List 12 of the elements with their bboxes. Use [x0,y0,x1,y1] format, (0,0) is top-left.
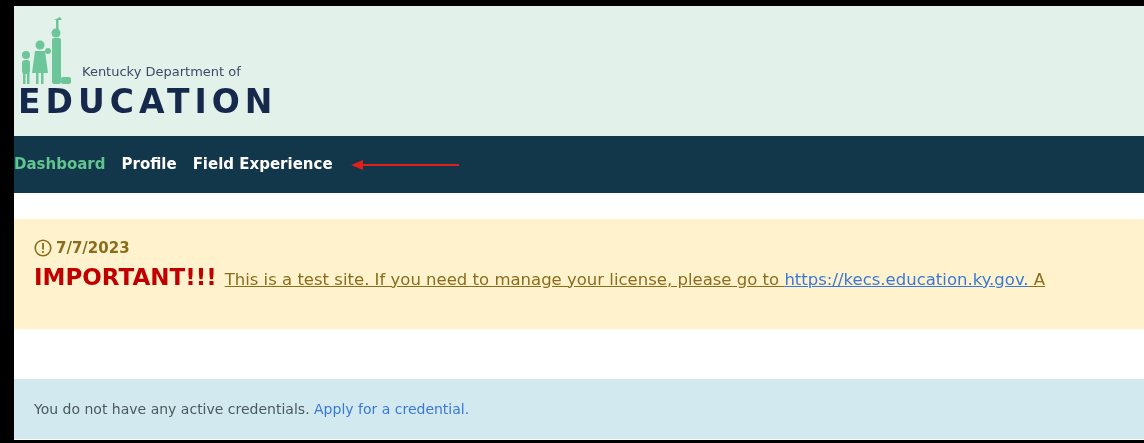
apply-link[interactable]: Apply for a credential. [314,400,470,417]
info-message: You do not have any active credentials. Apply for a credential. [34,399,470,419]
logo-title: EDUCATION [18,82,278,121]
alert-date: 7/7/2023 [56,238,130,259]
warning-icon [34,239,52,258]
nav-link[interactable]: Profile [121,153,177,176]
alert-message: This is a test site. If you need to manage your license, please go to https://kecs.education.ky.gov. A [224,268,1046,291]
nav-link[interactable]: Field Experience [192,153,333,176]
license-link[interactable]: https://kecs.education.ky.gov. [784,269,1029,289]
alert-heading: IMPORTANT!!! [34,262,217,292]
logo-subtitle: Kentucky Department of [82,62,241,81]
nav-link[interactable]: Dashboard [14,153,106,176]
